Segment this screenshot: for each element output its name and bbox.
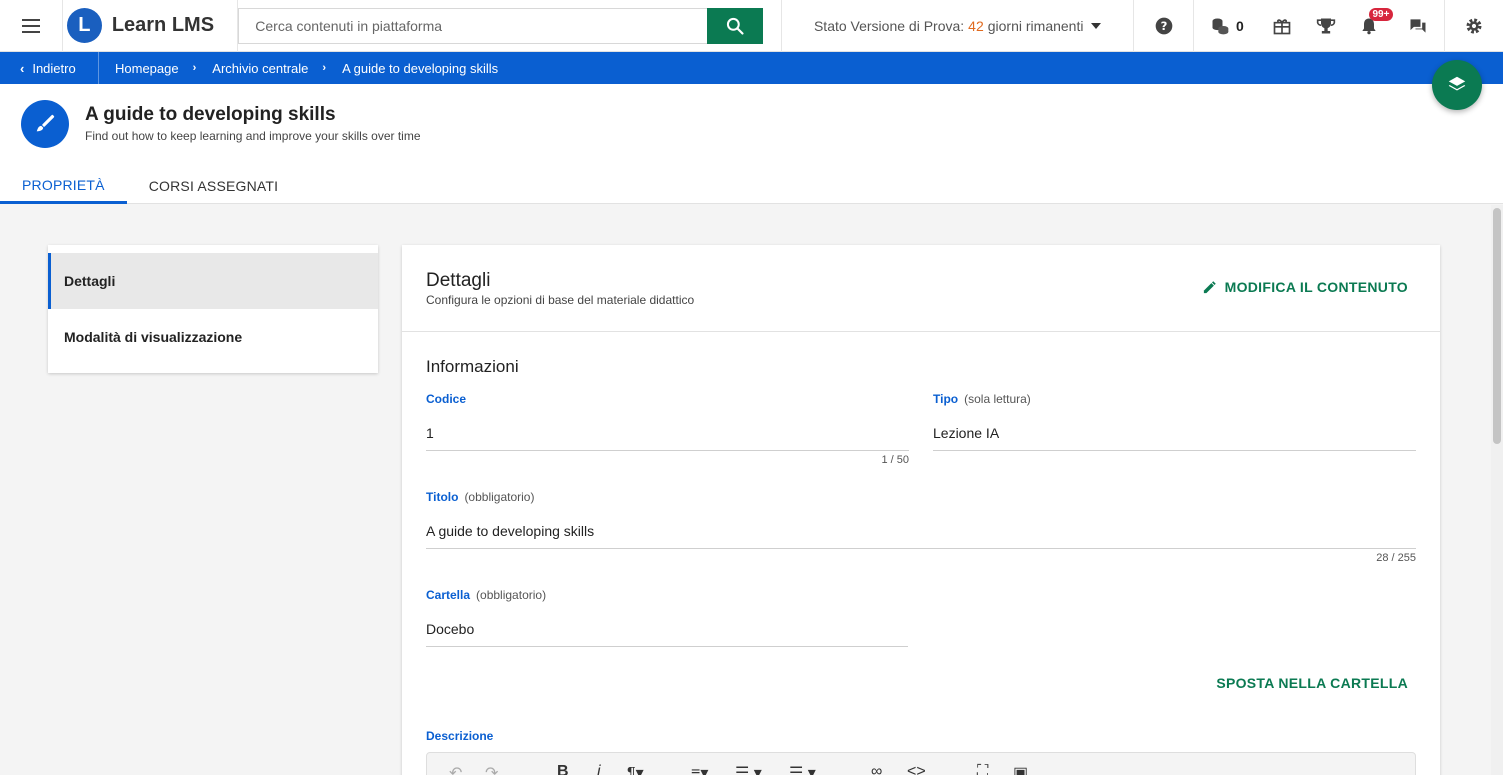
notifications-badge: 99+ <box>1368 7 1394 21</box>
panel-subtitle: Configura le opzioni di base del materia… <box>426 293 695 307</box>
section-title-info: Informazioni <box>426 357 519 376</box>
align-icon[interactable]: ≡▾ <box>691 763 708 775</box>
search-bar <box>237 0 764 52</box>
title-field: Titolo (obbligatorio) A guide to developi… <box>426 490 1416 549</box>
tab-bar: PROPRIETÀ CORSI ASSEGNATI <box>0 168 300 204</box>
brush-icon <box>36 114 55 132</box>
sidemenu-item-details[interactable]: Dettagli <box>48 253 378 309</box>
pencil-icon <box>1203 280 1216 293</box>
title-note: (obbligatorio) <box>464 490 535 504</box>
settings-button[interactable] <box>1445 0 1503 52</box>
help-icon: ? <box>1155 17 1172 34</box>
messages-button[interactable] <box>1391 0 1446 52</box>
folder-note: (obbligatorio) <box>476 588 547 602</box>
help-button[interactable]: ? <box>1134 0 1194 52</box>
edit-content-label: MODIFICA IL CONTENUTO <box>1224 279 1408 295</box>
scrollbar-thumb[interactable] <box>1493 208 1501 444</box>
code-counter: 1 / 50 <box>881 454 909 466</box>
folder-label: Cartella <box>426 588 471 602</box>
menu-button[interactable] <box>0 0 62 52</box>
code-input[interactable]: 1 <box>426 417 909 451</box>
folder-value: Docebo <box>426 613 908 647</box>
description-label: Descrizione <box>426 729 494 743</box>
title-label: Titolo <box>426 490 459 504</box>
breadcrumb-current: A guide to developing skills <box>342 60 499 76</box>
ordered-list-icon[interactable]: ☰ ▾ <box>735 763 762 775</box>
details-side-menu: Dettagli Modalità di visualizzazione <box>48 245 378 373</box>
undo-icon[interactable]: ↶ <box>449 763 462 775</box>
page-scrollbar[interactable] <box>1491 205 1503 775</box>
redo-icon[interactable]: ↷ <box>485 763 498 775</box>
layers-button[interactable] <box>1432 60 1482 110</box>
description-editor-toolbar: ↶ ↷ B i ¶▾ ≡▾ ☰ ▾ ☰ ▾ ∞ <> ⛶ ▣ <box>426 752 1416 775</box>
trophy-icon <box>1316 18 1335 33</box>
achievements-button[interactable] <box>1304 0 1348 52</box>
image-icon[interactable]: ▣ <box>1013 763 1028 775</box>
panel-header: Dettagli Configura le opzioni di base de… <box>402 245 1440 332</box>
code-label: Codice <box>426 392 467 406</box>
link-icon[interactable]: ∞ <box>871 763 882 775</box>
trial-status-dropdown[interactable]: Stato Versione di Prova: 42 giorni riman… <box>781 0 1135 52</box>
logo[interactable]: L Learn LMS <box>61 0 237 52</box>
sidemenu-item-display-mode[interactable]: Modalità di visualizzazione <box>48 309 378 365</box>
search-button[interactable] <box>707 7 764 44</box>
notifications-button[interactable]: 99+ <box>1348 0 1394 52</box>
chevron-down-icon <box>1091 22 1102 29</box>
chat-icon <box>1410 18 1426 33</box>
coins-count: 0 <box>1235 17 1244 34</box>
paragraph-format-icon[interactable]: ¶▾ <box>627 763 644 775</box>
type-field: Tipo (sola lettura) Lezione IA <box>933 392 1416 451</box>
panel-title: Dettagli <box>426 270 491 291</box>
breadcrumb: ‹ Indietro Homepage › Archivio centrale … <box>0 52 1503 84</box>
type-note: (sola lettura) <box>964 392 1031 406</box>
tab-assigned-courses[interactable]: CORSI ASSEGNATI <box>127 168 301 204</box>
menu-icon <box>21 17 40 35</box>
page-header: A guide to developing skills Find out ho… <box>0 84 1503 204</box>
unordered-list-icon[interactable]: ☰ ▾ <box>789 763 816 775</box>
type-label: Tipo <box>933 392 959 406</box>
rewards-button[interactable] <box>1260 0 1304 52</box>
bold-icon[interactable]: B <box>557 763 569 775</box>
back-button[interactable]: ‹ Indietro <box>0 52 99 84</box>
coins-icon <box>1212 18 1229 34</box>
chevron-right-icon: › <box>192 62 197 74</box>
folder-field: Cartella (obbligatorio) Docebo <box>426 588 908 647</box>
content-type-avatar <box>21 100 69 148</box>
chevron-right-icon: › <box>322 62 327 74</box>
title-input[interactable]: A guide to developing skills <box>426 515 1416 549</box>
trial-label: Stato Versione di Prova: <box>813 17 965 34</box>
layers-icon <box>1448 76 1466 91</box>
code-field: Codice 1 <box>426 392 909 451</box>
search-input[interactable] <box>238 7 708 44</box>
type-value: Lezione IA <box>933 417 1416 451</box>
page-subtitle: Find out how to keep learning and improv… <box>85 129 421 143</box>
italic-icon[interactable]: i <box>597 763 601 775</box>
search-icon <box>727 17 744 35</box>
breadcrumb-homepage[interactable]: Homepage <box>115 61 179 76</box>
gift-icon <box>1273 18 1291 34</box>
svg-text:?: ? <box>1160 19 1167 33</box>
edit-content-button[interactable]: MODIFICA IL CONTENUTO <box>1202 279 1408 295</box>
gear-icon <box>1466 18 1482 33</box>
page-title: A guide to developing skills <box>85 104 336 125</box>
logo-mark: L <box>66 8 102 43</box>
move-to-folder-button[interactable]: SPOSTA NELLA CARTELLA <box>1216 675 1408 691</box>
trial-suffix: giorni rimanenti <box>987 17 1084 34</box>
back-label: Indietro <box>32 60 76 76</box>
top-bar: L Learn LMS Stato Versione di Prova: 42 … <box>0 0 1503 52</box>
title-counter: 28 / 255 <box>1376 552 1416 564</box>
fullscreen-icon[interactable]: ⛶ <box>977 763 988 775</box>
coins-button[interactable]: 0 <box>1194 0 1260 52</box>
details-panel: Dettagli Configura le opzioni di base de… <box>402 245 1440 775</box>
chevron-left-icon: ‹ <box>20 60 25 76</box>
trial-days: 42 <box>968 17 984 34</box>
code-view-icon[interactable]: <> <box>907 763 926 775</box>
breadcrumb-central-archive[interactable]: Archivio centrale <box>212 61 308 76</box>
tab-properties[interactable]: PROPRIETÀ <box>0 168 127 204</box>
logo-text: Learn LMS <box>111 14 215 36</box>
